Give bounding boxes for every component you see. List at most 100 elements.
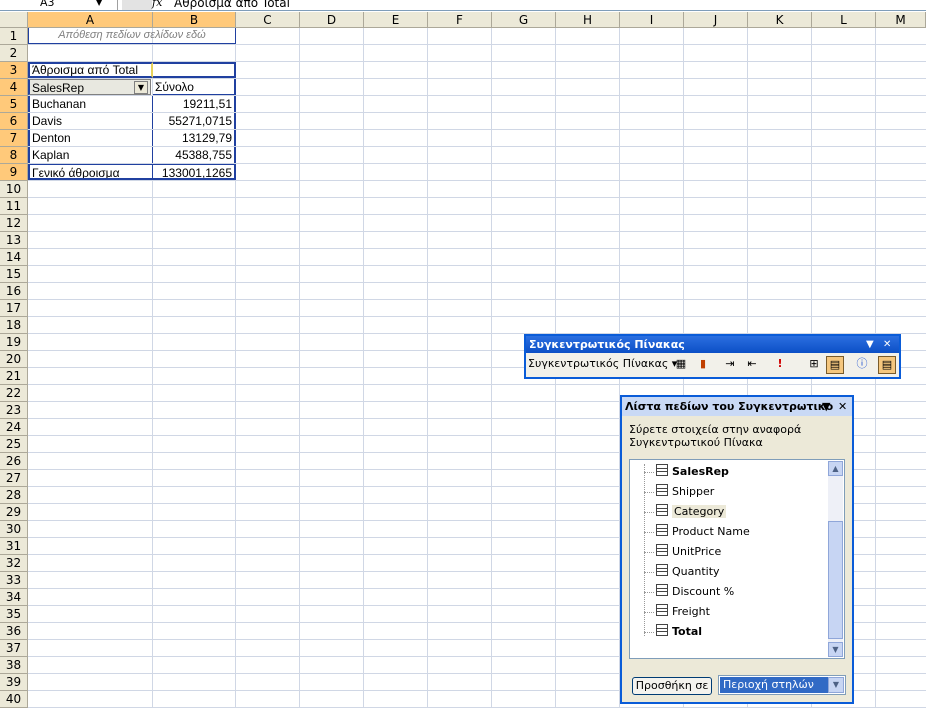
row-item-value[interactable]: 45388,755 xyxy=(153,147,236,163)
chevron-down-icon[interactable]: ▼ xyxy=(134,81,148,94)
row-header[interactable]: 39 xyxy=(0,674,28,691)
row-header[interactable]: 27 xyxy=(0,470,28,487)
row-header[interactable]: 40 xyxy=(0,691,28,708)
column-header[interactable]: C xyxy=(236,12,300,28)
column-header[interactable]: H xyxy=(556,12,620,28)
column-header[interactable]: J xyxy=(684,12,748,28)
row-header[interactable]: 2 xyxy=(0,45,28,62)
row-header[interactable]: 35 xyxy=(0,606,28,623)
row-header[interactable]: 24 xyxy=(0,419,28,436)
pivot-menu-button[interactable]: Συγκεντρωτικός Πίνακας ▾ xyxy=(528,357,677,370)
row-header[interactable]: 4 xyxy=(0,79,28,96)
field-item[interactable]: UnitPrice xyxy=(656,543,721,561)
row-header[interactable]: 11 xyxy=(0,198,28,215)
field-item[interactable]: Quantity xyxy=(656,563,720,581)
scroll-thumb[interactable] xyxy=(828,521,843,639)
row-item-value[interactable]: 55271,0715 xyxy=(153,113,236,129)
row-header[interactable]: 12 xyxy=(0,215,28,232)
field-list-options-icon[interactable]: ▼ xyxy=(822,397,830,416)
row-header[interactable]: 5 xyxy=(0,96,28,113)
show-detail-icon[interactable]: ⇤ xyxy=(744,356,760,372)
field-item[interactable]: Product Name xyxy=(656,523,750,541)
hide-detail-icon[interactable]: ⇥ xyxy=(722,356,738,372)
chart-wizard-icon[interactable]: ▮ xyxy=(695,356,711,372)
format-report-icon[interactable]: ▦ xyxy=(673,356,689,372)
row-item-label[interactable]: Kaplan xyxy=(28,147,153,163)
row-header[interactable]: 17 xyxy=(0,300,28,317)
grand-total-value[interactable]: 133001,1265 xyxy=(153,164,236,180)
field-settings-icon[interactable]: ⊞ xyxy=(806,356,822,372)
grand-total-label[interactable]: Γενικό άθροισμα xyxy=(28,164,153,180)
chevron-down-icon[interactable]: ▼ xyxy=(828,677,844,693)
info-icon[interactable]: ⓘ xyxy=(854,356,870,372)
column-header[interactable]: G xyxy=(492,12,556,28)
field-item[interactable]: Shipper xyxy=(656,483,714,501)
row-header[interactable]: 23 xyxy=(0,402,28,419)
properties-icon[interactable]: ▤ xyxy=(878,356,896,374)
row-header[interactable]: 9 xyxy=(0,164,28,181)
field-list-title[interactable]: Λίστα πεδίων του Συγκεντρωτικο ▼ ✕ xyxy=(622,397,852,416)
row-header[interactable]: 20 xyxy=(0,351,28,368)
area-select[interactable]: Περιοχή στηλών ▼ xyxy=(718,675,846,695)
row-header[interactable]: 3 xyxy=(0,62,28,79)
field-item[interactable]: Freight xyxy=(656,603,710,621)
row-item-value[interactable]: 13129,79 xyxy=(153,130,236,146)
column-header[interactable]: F xyxy=(428,12,492,28)
field-list-scrollbar[interactable]: ▲ ▼ xyxy=(828,461,843,657)
scroll-up-icon[interactable]: ▲ xyxy=(828,461,843,476)
row-header[interactable]: 6 xyxy=(0,113,28,130)
data-field-label[interactable]: Άθροισμα από Total xyxy=(28,62,153,78)
row-header[interactable]: 38 xyxy=(0,657,28,674)
row-header[interactable]: 34 xyxy=(0,589,28,606)
row-header[interactable]: 31 xyxy=(0,538,28,555)
row-header[interactable]: 32 xyxy=(0,555,28,572)
row-header[interactable]: 15 xyxy=(0,266,28,283)
column-header[interactable]: L xyxy=(812,12,876,28)
row-header[interactable]: 30 xyxy=(0,521,28,538)
row-header[interactable]: 8 xyxy=(0,147,28,164)
row-header[interactable]: 33 xyxy=(0,572,28,589)
row-item-label[interactable]: Buchanan xyxy=(28,96,153,112)
row-item-value[interactable]: 19211,51 xyxy=(153,96,236,112)
pivot-toolbar-title[interactable]: Συγκεντρωτικός Πίνακας ▼ ✕ xyxy=(526,336,899,353)
page-field-drop-zone[interactable]: Απόθεση πεδίων σελίδων εδώ xyxy=(28,28,236,44)
row-item-label[interactable]: Denton xyxy=(28,130,153,146)
row-header[interactable]: 1 xyxy=(0,28,28,45)
column-header[interactable]: K xyxy=(748,12,812,28)
field-item[interactable]: Total xyxy=(656,623,702,641)
formula-input[interactable]: Άθροισμα από Total xyxy=(174,0,290,10)
row-header[interactable]: 10 xyxy=(0,181,28,198)
field-item[interactable]: SalesRep xyxy=(656,463,729,481)
row-header[interactable]: 26 xyxy=(0,453,28,470)
refresh-data-icon[interactable]: ! xyxy=(772,356,788,372)
row-header[interactable]: 36 xyxy=(0,623,28,640)
row-header[interactable]: 18 xyxy=(0,317,28,334)
show-field-list-icon[interactable]: ▤ xyxy=(826,356,844,374)
column-header[interactable]: D xyxy=(300,12,364,28)
row-header[interactable]: 19 xyxy=(0,334,28,351)
close-icon[interactable]: ✕ xyxy=(883,336,891,353)
row-header[interactable]: 37 xyxy=(0,640,28,657)
row-header[interactable]: 13 xyxy=(0,232,28,249)
field-list-box[interactable]: SalesRep Shipper Category Product Name UnitP… xyxy=(629,459,845,659)
fx-icon[interactable]: fx xyxy=(152,0,162,9)
row-header[interactable]: 21 xyxy=(0,368,28,385)
row-header[interactable]: 29 xyxy=(0,504,28,521)
row-header[interactable]: 22 xyxy=(0,385,28,402)
column-header[interactable]: A xyxy=(28,12,153,28)
row-header[interactable]: 7 xyxy=(0,130,28,147)
column-header[interactable]: E xyxy=(364,12,428,28)
row-header[interactable]: 28 xyxy=(0,487,28,504)
row-field-button[interactable]: SalesRep xyxy=(28,79,151,95)
column-header[interactable]: B xyxy=(153,12,236,28)
field-item[interactable]: Category xyxy=(656,503,727,521)
toolbar-options-icon[interactable]: ▼ xyxy=(866,336,874,353)
row-item-label[interactable]: Davis xyxy=(28,113,153,129)
column-header[interactable]: I xyxy=(620,12,684,28)
scroll-down-icon[interactable]: ▼ xyxy=(828,642,843,657)
row-header[interactable]: 16 xyxy=(0,283,28,300)
select-all-corner[interactable] xyxy=(0,12,28,28)
row-header[interactable]: 14 xyxy=(0,249,28,266)
column-header[interactable]: M xyxy=(876,12,926,28)
add-to-button[interactable]: Προσθήκη σε xyxy=(632,677,712,695)
